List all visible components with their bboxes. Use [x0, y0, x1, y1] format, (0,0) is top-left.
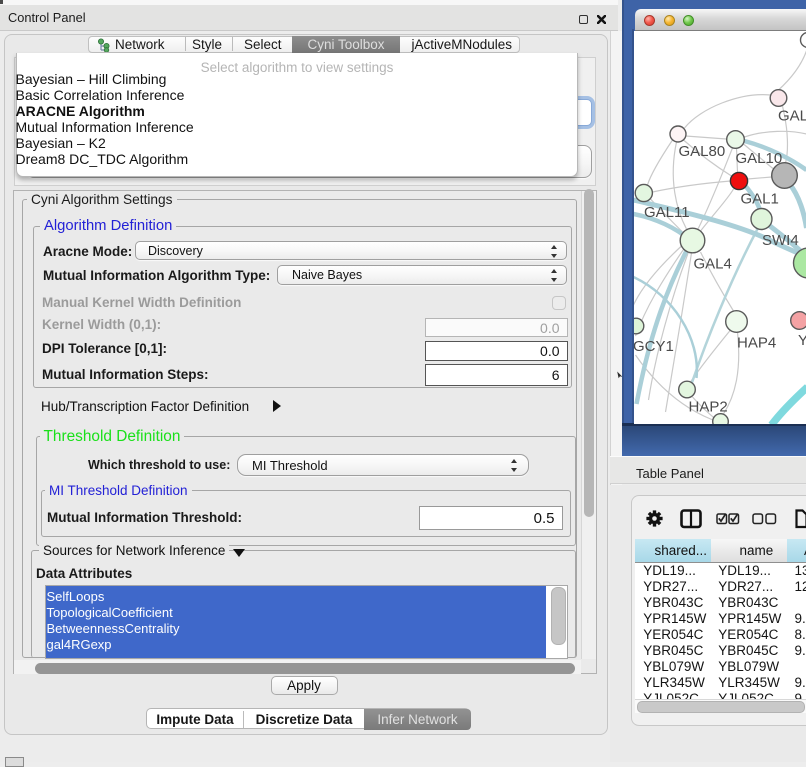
svg-text:GAL10: GAL10	[735, 150, 782, 167]
svg-text:GCY1: GCY1	[634, 338, 674, 355]
svg-text:GAL80: GAL80	[678, 143, 725, 160]
svg-text:GAL7: GAL7	[778, 108, 806, 125]
svg-text:HAP4: HAP4	[737, 335, 776, 352]
svg-text:YE: YE	[798, 332, 806, 349]
svg-text:GAL1: GAL1	[740, 191, 778, 208]
svg-text:GAL11: GAL11	[644, 204, 690, 221]
svg-text:HAP2: HAP2	[688, 399, 727, 416]
svg-text:GAL4: GAL4	[693, 256, 731, 273]
svg-text:SWI4: SWI4	[762, 232, 799, 249]
